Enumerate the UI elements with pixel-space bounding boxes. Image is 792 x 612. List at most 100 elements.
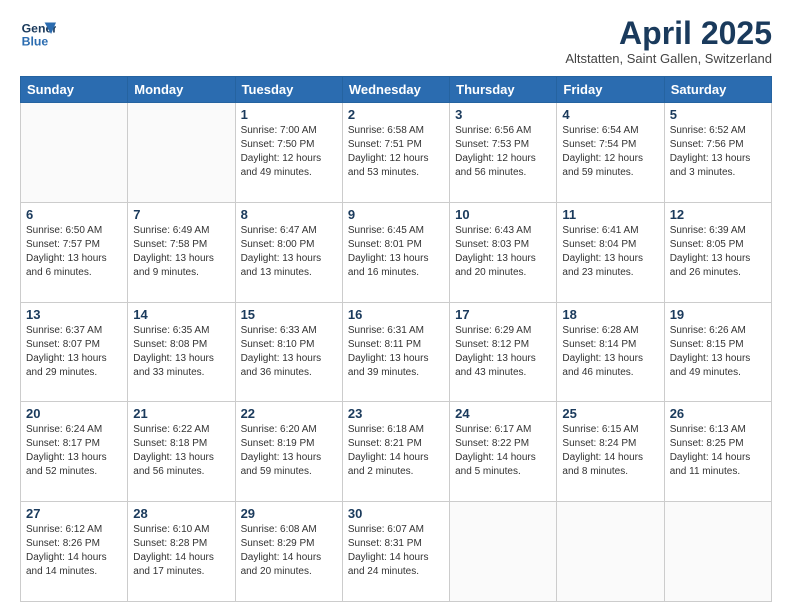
- col-header-monday: Monday: [128, 77, 235, 103]
- day-cell: 8 Sunrise: 6:47 AMSunset: 8:00 PMDaylight…: [235, 202, 342, 302]
- day-info: Sunrise: 6:52 AMSunset: 7:56 PMDaylight:…: [670, 124, 766, 180]
- day-cell: 15 Sunrise: 6:33 AMSunset: 8:10 PMDayligh…: [235, 302, 342, 402]
- day-cell: 19 Sunrise: 6:26 AMSunset: 8:15 PMDayligh…: [664, 302, 771, 402]
- day-number: 24: [455, 406, 551, 421]
- day-number: 9: [348, 207, 444, 222]
- day-cell: 9 Sunrise: 6:45 AMSunset: 8:01 PMDaylight…: [342, 202, 449, 302]
- day-number: 22: [241, 406, 337, 421]
- day-header-row: SundayMondayTuesdayWednesdayThursdayFrid…: [21, 77, 772, 103]
- calendar-table: SundayMondayTuesdayWednesdayThursdayFrid…: [20, 76, 772, 602]
- day-number: 28: [133, 506, 229, 521]
- day-info: Sunrise: 6:56 AMSunset: 7:53 PMDaylight:…: [455, 124, 551, 180]
- day-info: Sunrise: 6:31 AMSunset: 8:11 PMDaylight:…: [348, 324, 444, 380]
- col-header-friday: Friday: [557, 77, 664, 103]
- day-info: Sunrise: 6:39 AMSunset: 8:05 PMDaylight:…: [670, 224, 766, 280]
- title-block: April 2025 Altstatten, Saint Gallen, Swi…: [565, 16, 772, 66]
- day-number: 5: [670, 107, 766, 122]
- col-header-wednesday: Wednesday: [342, 77, 449, 103]
- day-info: Sunrise: 6:18 AMSunset: 8:21 PMDaylight:…: [348, 423, 444, 479]
- day-number: 1: [241, 107, 337, 122]
- day-cell: 20 Sunrise: 6:24 AMSunset: 8:17 PMDayligh…: [21, 402, 128, 502]
- day-cell: [21, 103, 128, 203]
- day-info: Sunrise: 6:43 AMSunset: 8:03 PMDaylight:…: [455, 224, 551, 280]
- day-cell: 12 Sunrise: 6:39 AMSunset: 8:05 PMDayligh…: [664, 202, 771, 302]
- day-number: 27: [26, 506, 122, 521]
- day-info: Sunrise: 6:50 AMSunset: 7:57 PMDaylight:…: [26, 224, 122, 280]
- week-row-5: 27 Sunrise: 6:12 AMSunset: 8:26 PMDayligh…: [21, 502, 772, 602]
- day-info: Sunrise: 6:41 AMSunset: 8:04 PMDaylight:…: [562, 224, 658, 280]
- day-cell: 3 Sunrise: 6:56 AMSunset: 7:53 PMDaylight…: [450, 103, 557, 203]
- day-number: 15: [241, 307, 337, 322]
- day-cell: 7Sunrise: 6:49 AMSunset: 7:58 PMDaylight…: [128, 202, 235, 302]
- day-cell: 26 Sunrise: 6:13 AMSunset: 8:25 PMDayligh…: [664, 402, 771, 502]
- day-info: Sunrise: 6:12 AMSunset: 8:26 PMDaylight:…: [26, 523, 122, 579]
- day-info: Sunrise: 6:45 AMSunset: 8:01 PMDaylight:…: [348, 224, 444, 280]
- day-info: Sunrise: 6:54 AMSunset: 7:54 PMDaylight:…: [562, 124, 658, 180]
- day-cell: 22 Sunrise: 6:20 AMSunset: 8:19 PMDayligh…: [235, 402, 342, 502]
- col-header-saturday: Saturday: [664, 77, 771, 103]
- day-cell: 18Sunrise: 6:28 AMSunset: 8:14 PMDayligh…: [557, 302, 664, 402]
- day-number: 6: [26, 207, 122, 222]
- day-cell: 14Sunrise: 6:35 AMSunset: 8:08 PMDayligh…: [128, 302, 235, 402]
- col-header-thursday: Thursday: [450, 77, 557, 103]
- day-number: 8: [241, 207, 337, 222]
- day-cell: [664, 502, 771, 602]
- page: General Blue April 2025 Altstatten, Sain…: [0, 0, 792, 612]
- day-cell: 16Sunrise: 6:31 AMSunset: 8:11 PMDayligh…: [342, 302, 449, 402]
- day-number: 30: [348, 506, 444, 521]
- day-info: Sunrise: 6:22 AMSunset: 8:18 PMDaylight:…: [133, 423, 229, 479]
- day-number: 7: [133, 207, 229, 222]
- day-cell: 6 Sunrise: 6:50 AMSunset: 7:57 PMDaylight…: [21, 202, 128, 302]
- day-cell: 13Sunrise: 6:37 AMSunset: 8:07 PMDayligh…: [21, 302, 128, 402]
- day-number: 23: [348, 406, 444, 421]
- month-title: April 2025: [565, 16, 772, 51]
- day-info: Sunrise: 6:37 AMSunset: 8:07 PMDaylight:…: [26, 324, 122, 380]
- day-info: Sunrise: 6:10 AMSunset: 8:28 PMDaylight:…: [133, 523, 229, 579]
- day-info: Sunrise: 6:26 AMSunset: 8:15 PMDaylight:…: [670, 324, 766, 380]
- day-number: 11: [562, 207, 658, 222]
- location-subtitle: Altstatten, Saint Gallen, Switzerland: [565, 51, 772, 66]
- day-cell: 21 Sunrise: 6:22 AMSunset: 8:18 PMDayligh…: [128, 402, 235, 502]
- day-cell: 2Sunrise: 6:58 AMSunset: 7:51 PMDaylight…: [342, 103, 449, 203]
- day-cell: 27 Sunrise: 6:12 AMSunset: 8:26 PMDayligh…: [21, 502, 128, 602]
- day-info: Sunrise: 6:20 AMSunset: 8:19 PMDaylight:…: [241, 423, 337, 479]
- week-row-2: 6 Sunrise: 6:50 AMSunset: 7:57 PMDaylight…: [21, 202, 772, 302]
- day-cell: 29Sunrise: 6:08 AMSunset: 8:29 PMDayligh…: [235, 502, 342, 602]
- svg-text:Blue: Blue: [22, 34, 49, 48]
- week-row-3: 13Sunrise: 6:37 AMSunset: 8:07 PMDayligh…: [21, 302, 772, 402]
- day-cell: 30 Sunrise: 6:07 AMSunset: 8:31 PMDayligh…: [342, 502, 449, 602]
- day-info: Sunrise: 6:28 AMSunset: 8:14 PMDaylight:…: [562, 324, 658, 380]
- week-row-1: 1Sunrise: 7:00 AMSunset: 7:50 PMDaylight…: [21, 103, 772, 203]
- day-number: 14: [133, 307, 229, 322]
- day-info: Sunrise: 6:24 AMSunset: 8:17 PMDaylight:…: [26, 423, 122, 479]
- day-number: 4: [562, 107, 658, 122]
- week-row-4: 20 Sunrise: 6:24 AMSunset: 8:17 PMDayligh…: [21, 402, 772, 502]
- day-cell: [128, 103, 235, 203]
- day-info: Sunrise: 6:47 AMSunset: 8:00 PMDaylight:…: [241, 224, 337, 280]
- day-number: 10: [455, 207, 551, 222]
- day-number: 20: [26, 406, 122, 421]
- day-info: Sunrise: 6:13 AMSunset: 8:25 PMDaylight:…: [670, 423, 766, 479]
- day-cell: 11 Sunrise: 6:41 AMSunset: 8:04 PMDayligh…: [557, 202, 664, 302]
- day-number: 25: [562, 406, 658, 421]
- day-cell: 24 Sunrise: 6:17 AMSunset: 8:22 PMDayligh…: [450, 402, 557, 502]
- col-header-tuesday: Tuesday: [235, 77, 342, 103]
- day-info: Sunrise: 6:29 AMSunset: 8:12 PMDaylight:…: [455, 324, 551, 380]
- day-info: Sunrise: 6:17 AMSunset: 8:22 PMDaylight:…: [455, 423, 551, 479]
- day-number: 19: [670, 307, 766, 322]
- logo-icon: General Blue: [20, 16, 56, 52]
- day-cell: 5 Sunrise: 6:52 AMSunset: 7:56 PMDaylight…: [664, 103, 771, 203]
- day-number: 12: [670, 207, 766, 222]
- day-info: Sunrise: 6:58 AMSunset: 7:51 PMDaylight:…: [348, 124, 444, 180]
- day-number: 21: [133, 406, 229, 421]
- day-number: 17: [455, 307, 551, 322]
- day-info: Sunrise: 6:07 AMSunset: 8:31 PMDaylight:…: [348, 523, 444, 579]
- day-number: 3: [455, 107, 551, 122]
- day-info: Sunrise: 6:33 AMSunset: 8:10 PMDaylight:…: [241, 324, 337, 380]
- day-cell: 25Sunrise: 6:15 AMSunset: 8:24 PMDayligh…: [557, 402, 664, 502]
- day-cell: 17 Sunrise: 6:29 AMSunset: 8:12 PMDayligh…: [450, 302, 557, 402]
- day-number: 26: [670, 406, 766, 421]
- day-info: Sunrise: 6:08 AMSunset: 8:29 PMDaylight:…: [241, 523, 337, 579]
- day-cell: [450, 502, 557, 602]
- logo: General Blue: [20, 16, 56, 52]
